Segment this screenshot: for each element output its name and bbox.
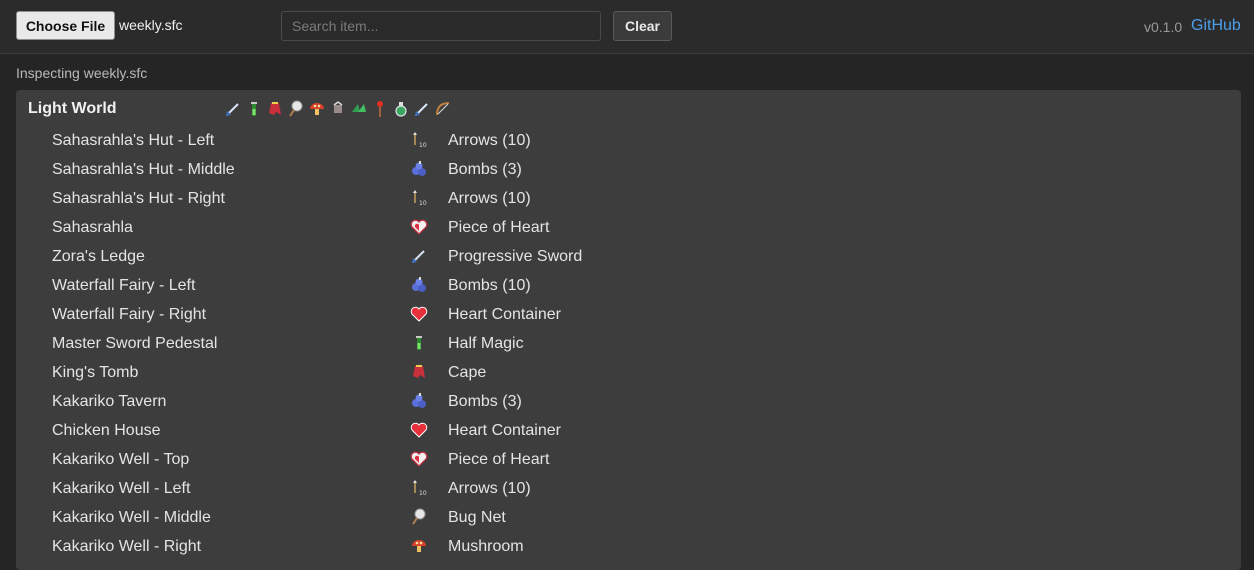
selected-filename: weekly.sfc xyxy=(119,17,183,33)
clear-button[interactable]: Clear xyxy=(613,11,672,41)
location-name: Kakariko Well - Right xyxy=(52,538,202,555)
sword-icon xyxy=(224,100,242,118)
location-row: Kakariko Well - Left 10 Arrows (10) xyxy=(16,476,1241,505)
half-magic-icon xyxy=(245,100,263,118)
search-input[interactable] xyxy=(281,11,601,41)
bug-net-icon xyxy=(410,508,428,526)
half-magic-icon xyxy=(410,334,428,352)
location-name: Kakariko Well - Top xyxy=(52,451,190,468)
item-name: Bombs (10) xyxy=(448,277,531,294)
location-name: Sahasrahla xyxy=(52,219,133,236)
item-name: Cape xyxy=(448,364,487,381)
item-name: Mushroom xyxy=(448,538,524,555)
toolbar: Choose File weekly.sfc Clear v0.1.0 GitH… xyxy=(0,0,1254,54)
location-row: Chicken House Heart Container xyxy=(16,418,1241,447)
location-name: Zora's Ledge xyxy=(52,248,145,265)
item-name: Heart Container xyxy=(448,306,561,323)
region-title: Light World xyxy=(28,100,117,117)
region-panel: Light World Sahasrahla's Hut - Left 10 Arr… xyxy=(16,90,1241,570)
flippers-icon xyxy=(350,100,368,118)
svg-text:10: 10 xyxy=(419,200,427,207)
item-name: Arrows (10) xyxy=(448,480,531,497)
location-row: Waterfall Fairy - Right Heart Container xyxy=(16,302,1241,331)
mushroom-icon xyxy=(308,100,326,118)
location-row: Sahasrahla's Hut - Right 10 Arrows (10) xyxy=(16,186,1241,215)
item-name: Progressive Sword xyxy=(448,248,583,265)
location-row: Kakariko Well - Right Mushroom xyxy=(16,534,1241,563)
choose-file-button[interactable]: Choose File xyxy=(16,11,115,40)
location-row: Zora's Ledge Progressive Sword xyxy=(16,244,1241,273)
fire-rod-icon xyxy=(371,100,389,118)
heart-icon xyxy=(410,305,428,323)
item-name: Arrows (10) xyxy=(448,132,531,149)
location-name: Kakariko Tavern xyxy=(52,393,167,410)
location-row: Kakariko Tavern Bombs (3) xyxy=(16,389,1241,418)
location-name: Sahasrahla's Hut - Middle xyxy=(52,161,235,178)
svg-text:10: 10 xyxy=(419,142,427,149)
heart-piece-icon xyxy=(410,218,428,236)
location-name: Kakariko Well - Middle xyxy=(52,509,211,526)
sword-icon xyxy=(413,100,431,118)
bombs-icon xyxy=(410,160,428,178)
location-row: Kakariko Well - Middle Bug Net xyxy=(16,505,1241,534)
cape-icon xyxy=(410,363,428,381)
region-item-icons xyxy=(224,100,452,118)
location-row: Sahasrahla's Hut - Left 10 Arrows (10) xyxy=(16,128,1241,157)
bombs-icon xyxy=(410,276,428,294)
cape-icon xyxy=(266,100,284,118)
item-name: Bug Net xyxy=(448,509,506,526)
github-link[interactable]: GitHub xyxy=(1191,17,1241,35)
location-name: Waterfall Fairy - Right xyxy=(52,306,207,323)
location-row: Waterfall Fairy - Left Bombs (10) xyxy=(16,273,1241,302)
bombs-icon xyxy=(410,392,428,410)
item-name: Half Magic xyxy=(448,335,524,352)
location-row: Master Sword Pedestal Half Magic xyxy=(16,331,1241,360)
item-name: Bombs (3) xyxy=(448,161,522,178)
item-name: Bombs (3) xyxy=(448,393,522,410)
bottle-icon xyxy=(392,100,410,118)
location-row: Kakariko Well - Top Piece of Heart xyxy=(16,447,1241,476)
svg-text:10: 10 xyxy=(419,490,427,497)
item-name: Heart Container xyxy=(448,422,561,439)
item-name: Arrows (10) xyxy=(448,190,531,207)
location-name: King's Tomb xyxy=(52,364,139,381)
version-label: v0.1.0 xyxy=(1144,19,1183,35)
location-row: King's Tomb Cape xyxy=(16,360,1241,389)
arrows-icon: 10 xyxy=(410,479,428,497)
location-row: Sahasrahla Piece of Heart xyxy=(16,215,1241,244)
arrows-icon: 10 xyxy=(410,189,428,207)
heart-icon xyxy=(410,421,428,439)
location-name: Kakariko Well - Left xyxy=(52,480,191,497)
arrows-icon: 10 xyxy=(410,131,428,149)
location-name: Master Sword Pedestal xyxy=(52,335,218,352)
heart-piece-icon xyxy=(410,450,428,468)
item-name: Piece of Heart xyxy=(448,451,550,468)
mushroom-icon xyxy=(410,537,428,555)
location-name: Waterfall Fairy - Left xyxy=(52,277,196,294)
bow-icon xyxy=(434,100,452,118)
bug-net-icon xyxy=(287,100,305,118)
location-name: Sahasrahla's Hut - Left xyxy=(52,132,215,149)
item-name: Piece of Heart xyxy=(448,219,550,236)
sword-icon xyxy=(410,247,428,265)
location-name: Chicken House xyxy=(52,422,161,439)
hookshot-icon xyxy=(329,100,347,118)
location-name: Sahasrahla's Hut - Right xyxy=(52,190,225,207)
status-text: Inspecting weekly.sfc xyxy=(16,65,148,81)
location-row: Sahasrahla's Hut - Middle Bombs (3) xyxy=(16,157,1241,186)
